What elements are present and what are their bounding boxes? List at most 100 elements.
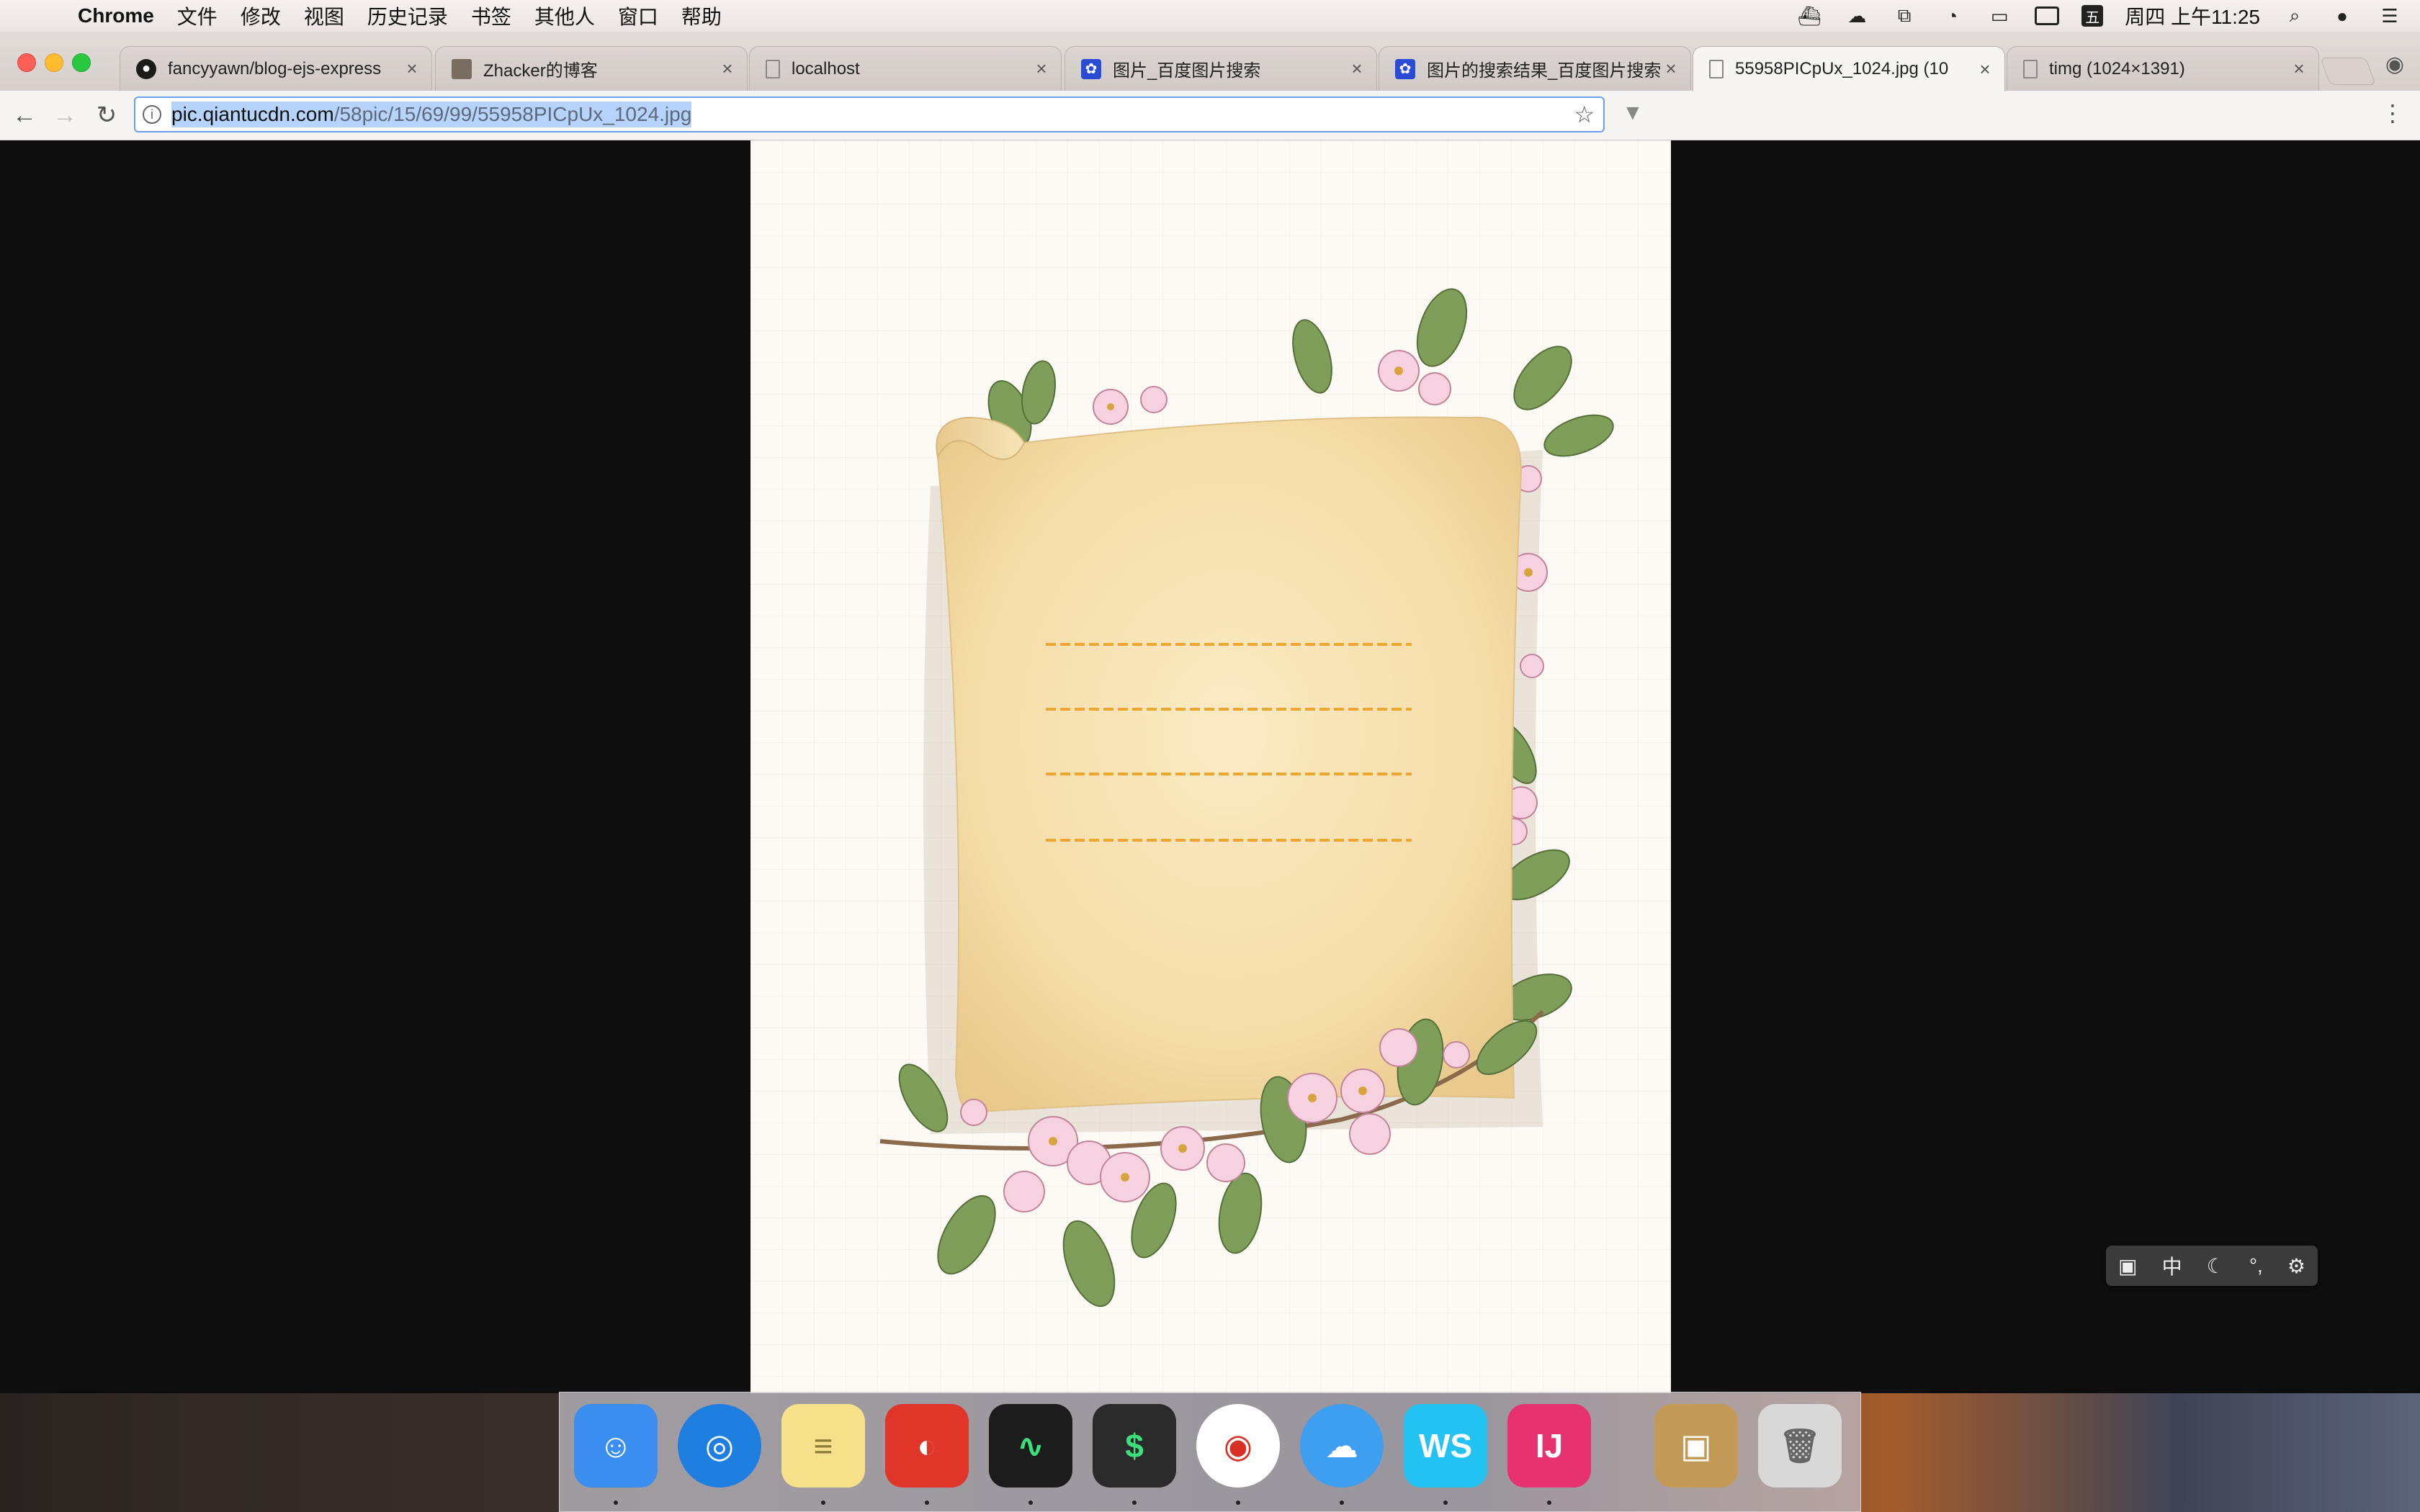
- browser-toolbar: ← → ↻ i pic.qiantucdn.com/58pic/15/69/99…: [0, 91, 2420, 140]
- running-indicator: [821, 1500, 825, 1505]
- document-icon: [2023, 59, 2038, 78]
- baidu-icon: ✿: [1081, 58, 1101, 79]
- site-info-icon[interactable]: i: [143, 105, 161, 124]
- address-bar[interactable]: i pic.qiantucdn.com/58pic/15/69/99/55958…: [134, 96, 1605, 132]
- dock-separator: [2184, 1403, 2185, 1502]
- notes-icon[interactable]: ≡: [781, 1404, 865, 1488]
- tab-title: Zhacker的博客: [483, 61, 598, 81]
- menu-window[interactable]: 窗口: [618, 1, 658, 30]
- window-maximize-button[interactable]: [72, 53, 91, 72]
- menubar-clock[interactable]: 周四 上午11:25: [2125, 1, 2260, 30]
- new-tab-button[interactable]: [2320, 58, 2376, 85]
- reload-icon[interactable]: ↻: [89, 98, 124, 132]
- tab-baidu-search-results[interactable]: ✿ 图片的搜索结果_百度图片搜索 ×: [1379, 46, 1691, 91]
- extension-vue-icon[interactable]: ▼: [1622, 101, 1644, 125]
- menu-history[interactable]: 历史记录: [367, 1, 448, 30]
- tab-close-icon[interactable]: ×: [2288, 58, 2310, 80]
- menu-app-chrome[interactable]: Chrome: [78, 4, 154, 27]
- running-indicator: [1028, 1500, 1033, 1505]
- chinese-mode-label[interactable]: 中: [2162, 1251, 2182, 1280]
- airplay-icon[interactable]: ▭: [1986, 5, 2012, 27]
- tab-title: 图片的搜索结果_百度图片搜索: [1427, 61, 1660, 81]
- tab-zhacker-blog[interactable]: Zhacker的博客 ×: [435, 46, 748, 91]
- url-host: pic.qiantucdn.com: [171, 103, 334, 125]
- image-favicon-icon: [452, 58, 472, 79]
- tab-localhost[interactable]: localhost ×: [749, 46, 1062, 91]
- menu-edit[interactable]: 修改: [241, 1, 281, 30]
- spotlight-search-icon[interactable]: ⌕: [2282, 4, 2308, 27]
- menu-view[interactable]: 视图: [304, 1, 344, 30]
- tab-title: timg (1024×1391): [2049, 58, 2185, 78]
- tab-close-icon[interactable]: ×: [1031, 58, 1052, 80]
- webstorm-icon[interactable]: WS: [1404, 1404, 1487, 1488]
- tab-timg[interactable]: timg (1024×1391) ×: [2007, 46, 2319, 91]
- baidu-icon: ✿: [1395, 58, 1415, 79]
- github-icon: ●: [136, 58, 156, 79]
- profile-icon[interactable]: ◉: [2385, 52, 2404, 77]
- running-indicator: [1132, 1500, 1137, 1505]
- safari-icon[interactable]: ◎: [678, 1404, 761, 1488]
- tab-github-blog[interactable]: ● fancyyawn/blog-ejs-express ×: [120, 46, 432, 91]
- tab-close-icon[interactable]: ×: [1346, 58, 1368, 80]
- dock: ☺ ◎ ≡ ◐ ∿ $ ◉ ☁ WS IJ ▣ 🗑: [559, 1392, 2185, 1512]
- siri-icon[interactable]: ●: [2329, 5, 2355, 27]
- document-icon: [766, 59, 780, 78]
- cloud-sync-icon[interactable]: ☁: [1844, 5, 1870, 27]
- running-indicator: [1547, 1500, 1551, 1505]
- running-indicator: [614, 1500, 618, 1505]
- forward-arrow-icon[interactable]: →: [48, 98, 82, 132]
- bookmark-star-icon[interactable]: ☆: [1574, 101, 1595, 128]
- running-indicator: [925, 1500, 929, 1505]
- menu-people[interactable]: 其他人: [534, 1, 595, 30]
- punctuation-icon[interactable]: °,: [2249, 1254, 2263, 1277]
- running-indicator: [1340, 1500, 1344, 1505]
- tab-title: localhost: [792, 58, 860, 78]
- tab-close-icon[interactable]: ×: [1660, 58, 1682, 80]
- running-indicator: [1443, 1500, 1448, 1505]
- tab-strip: ● fancyyawn/blog-ejs-express × Zhacker的博…: [0, 32, 2420, 91]
- docker-icon[interactable]: ⛴: [1796, 5, 1822, 27]
- menu-help[interactable]: 帮助: [681, 1, 722, 30]
- document-icon: [1709, 60, 1724, 78]
- status-tray: ⛴ ☁ ⧉ ◔ ▭ 五 周四 上午11:25 ⌕ ● ☰: [1796, 0, 2403, 32]
- window-minimize-button[interactable]: [45, 53, 63, 72]
- tab-active-image[interactable]: 55958PICpUx_1024.jpg (10 ×: [1693, 46, 2005, 91]
- chrome-icon[interactable]: ◉: [1196, 1404, 1280, 1488]
- tab-baidu-image-search[interactable]: ✿ 图片_百度图片搜索 ×: [1065, 46, 1377, 91]
- activity-monitor-icon[interactable]: ∿: [989, 1404, 1072, 1488]
- url-text[interactable]: pic.qiantucdn.com/58pic/15/69/99/55958PI…: [171, 102, 692, 127]
- scroll-illustration: [879, 288, 1614, 1308]
- displayed-image: [750, 140, 1671, 1393]
- back-arrow-icon[interactable]: ←: [7, 98, 42, 132]
- window-copy-icon[interactable]: ⧉: [1891, 4, 1917, 27]
- tab-title: 55958PICpUx_1024.jpg (10: [1735, 59, 1949, 78]
- terminal-icon[interactable]: $: [1093, 1404, 1176, 1488]
- tab-title: fancyyawn/blog-ejs-express: [168, 58, 382, 78]
- wifi-icon[interactable]: ◔: [1939, 5, 1965, 27]
- window-close-button[interactable]: [17, 53, 36, 72]
- input-method-icon[interactable]: 五: [2081, 5, 2104, 27]
- notification-center-icon[interactable]: ☰: [2377, 5, 2403, 27]
- running-indicator: [1236, 1500, 1240, 1505]
- menu-bar: Chrome 文件 修改 视图 历史记录 书签 其他人 窗口 帮助 ⛴ ☁ ⧉ …: [0, 0, 2420, 32]
- trash-icon[interactable]: 🗑: [1758, 1404, 1842, 1488]
- menu-file[interactable]: 文件: [177, 1, 218, 30]
- url-path: /58pic/15/69/99/55958PICpUx_1024.jpg: [333, 103, 692, 125]
- intellij-idea-icon[interactable]: IJ: [1507, 1404, 1591, 1488]
- gear-icon[interactable]: ⚙: [2287, 1254, 2305, 1278]
- page-viewport: ▣ 中 ☾ °, ⚙: [0, 140, 2420, 1393]
- floating-extension-toolbar: ▣ 中 ☾ °, ⚙: [2106, 1246, 2318, 1286]
- moon-icon[interactable]: ☾: [2207, 1254, 2225, 1278]
- translate-icon[interactable]: ▣: [2118, 1254, 2137, 1278]
- menu-bookmarks[interactable]: 书签: [471, 1, 511, 30]
- chrome-menu-icon[interactable]: ⋮: [2381, 99, 2404, 127]
- tab-close-icon[interactable]: ×: [1974, 58, 1996, 81]
- icloud-drive-icon[interactable]: ☁: [1300, 1404, 1384, 1488]
- finder-icon[interactable]: ☺: [574, 1404, 658, 1488]
- battery-icon[interactable]: [2034, 5, 2060, 27]
- archive-utility-icon[interactable]: ▣: [1654, 1404, 1738, 1488]
- tab-title: 图片_百度图片搜索: [1113, 61, 1261, 81]
- tab-close-icon[interactable]: ×: [401, 58, 423, 80]
- tab-close-icon[interactable]: ×: [717, 58, 738, 80]
- netease-music-icon[interactable]: ◐: [885, 1404, 969, 1488]
